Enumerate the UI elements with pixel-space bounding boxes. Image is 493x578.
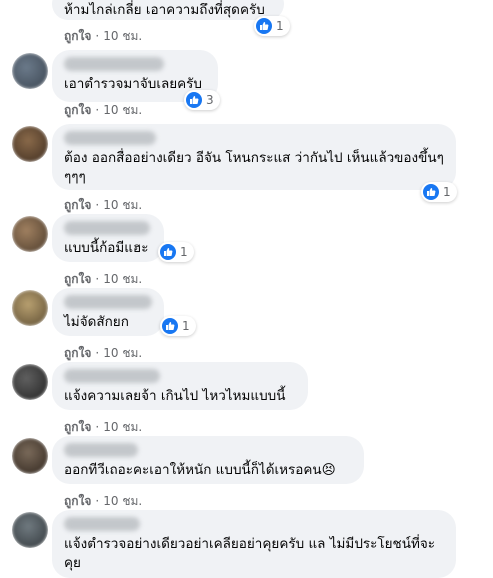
comment-text: แจ้งความเลยจ้า เกินไป ไหวไหมแบบนี้ [64,388,286,404]
comment-time[interactable]: 10 ชม. [103,346,142,360]
reaction-number: 3 [206,93,214,107]
comment-bubble: ต้อง ออกสื่ออย่างเดียว อีจัน โหนกระแส ว่… [52,124,456,190]
avatar[interactable] [12,438,48,474]
like-button[interactable]: ถูกใจ [64,29,91,43]
like-reaction-icon [186,92,202,108]
comment-actions: ถูกใจ · 10 ชม. [64,29,143,43]
comment-text: ห้ามไกล่เกลี่ย เอาความถึงที่สุดครับ [64,2,265,18]
avatar[interactable] [12,364,48,400]
author-name[interactable] [64,443,138,457]
comment-actions: ถูกใจ · 10 ชม. [64,346,143,360]
comment-text: แจ้งตำรวจอย่างเดียวอย่าเคลียอย่าคุยครับ … [64,536,435,571]
like-reaction-icon [160,244,176,260]
reaction-number: 1 [276,19,284,33]
reaction-count[interactable]: 3 [184,90,220,110]
author-name[interactable] [64,221,150,235]
comment-bubble: ไม่จัดสักยก [52,288,164,336]
comment-bubble: ออกทีวีเถอะคะเอาให้หนัก แบบนี้ก็ได้เหรอค… [52,436,364,484]
avatar[interactable] [12,216,48,252]
comment-text: เอาตำรวจมาจับเลยครับ [64,76,202,92]
comment-text: ไม่จัดสักยก [64,314,129,330]
author-name[interactable] [64,295,152,309]
author-name[interactable] [64,369,160,383]
comment-bubble: แจ้งความเลยจ้า เกินไป ไหวไหมแบบนี้ [52,362,308,410]
like-button[interactable]: ถูกใจ [64,272,91,286]
like-button[interactable]: ถูกใจ [64,346,91,360]
reaction-count[interactable]: 1 [158,242,194,262]
comment-text: ต้อง ออกสื่ออย่างเดียว อีจัน โหนกระแส ว่… [64,150,444,185]
comment-time[interactable]: 10 ชม. [103,198,142,212]
reaction-number: 1 [182,319,190,333]
author-name[interactable] [64,517,140,531]
author-name[interactable] [64,131,156,145]
reaction-count[interactable]: 1 [421,182,457,202]
reaction-number: 1 [443,185,451,199]
comment-actions: ถูกใจ · 10 ชม. [64,272,143,286]
reaction-count[interactable]: 1 [254,16,290,36]
comment-time[interactable]: 10 ชม. [103,103,142,117]
like-reaction-icon [423,184,439,200]
like-button[interactable]: ถูกใจ [64,198,91,212]
comment-time[interactable]: 10 ชม. [103,494,142,508]
comment-bubble: ห้ามไกล่เกลี่ย เอาความถึงที่สุดครับ [52,0,284,20]
avatar[interactable] [12,512,48,548]
comment-actions: ถูกใจ · 10 ชม. [64,198,143,212]
comment-actions: ถูกใจ · 10 ชม. [64,494,143,508]
like-button[interactable]: ถูกใจ [64,420,91,434]
avatar[interactable] [12,126,48,162]
comment-actions: ถูกใจ · 10 ชม. [64,420,143,434]
comment-actions: ถูกใจ · 10 ชม. [64,103,143,117]
like-button[interactable]: ถูกใจ [64,103,91,117]
like-button[interactable]: ถูกใจ [64,494,91,508]
comment-bubble: แบบนี้ก้อมีแฮะ [52,214,164,262]
like-reaction-icon [162,318,178,334]
comment-time[interactable]: 10 ชม. [103,272,142,286]
like-reaction-icon [256,18,272,34]
avatar[interactable] [12,290,48,326]
reaction-number: 1 [180,245,188,259]
comment-time[interactable]: 10 ชม. [103,420,142,434]
author-name[interactable] [64,57,164,71]
comment-time[interactable]: 10 ชม. [103,29,142,43]
reaction-count[interactable]: 1 [160,316,196,336]
comment-text: แบบนี้ก้อมีแฮะ [64,240,149,256]
comment-bubble: แจ้งตำรวจอย่างเดียวอย่าเคลียอย่าคุยครับ … [52,510,456,578]
avatar[interactable] [12,53,48,89]
comment-text: ออกทีวีเถอะคะเอาให้หนัก แบบนี้ก็ได้เหรอค… [64,462,336,478]
